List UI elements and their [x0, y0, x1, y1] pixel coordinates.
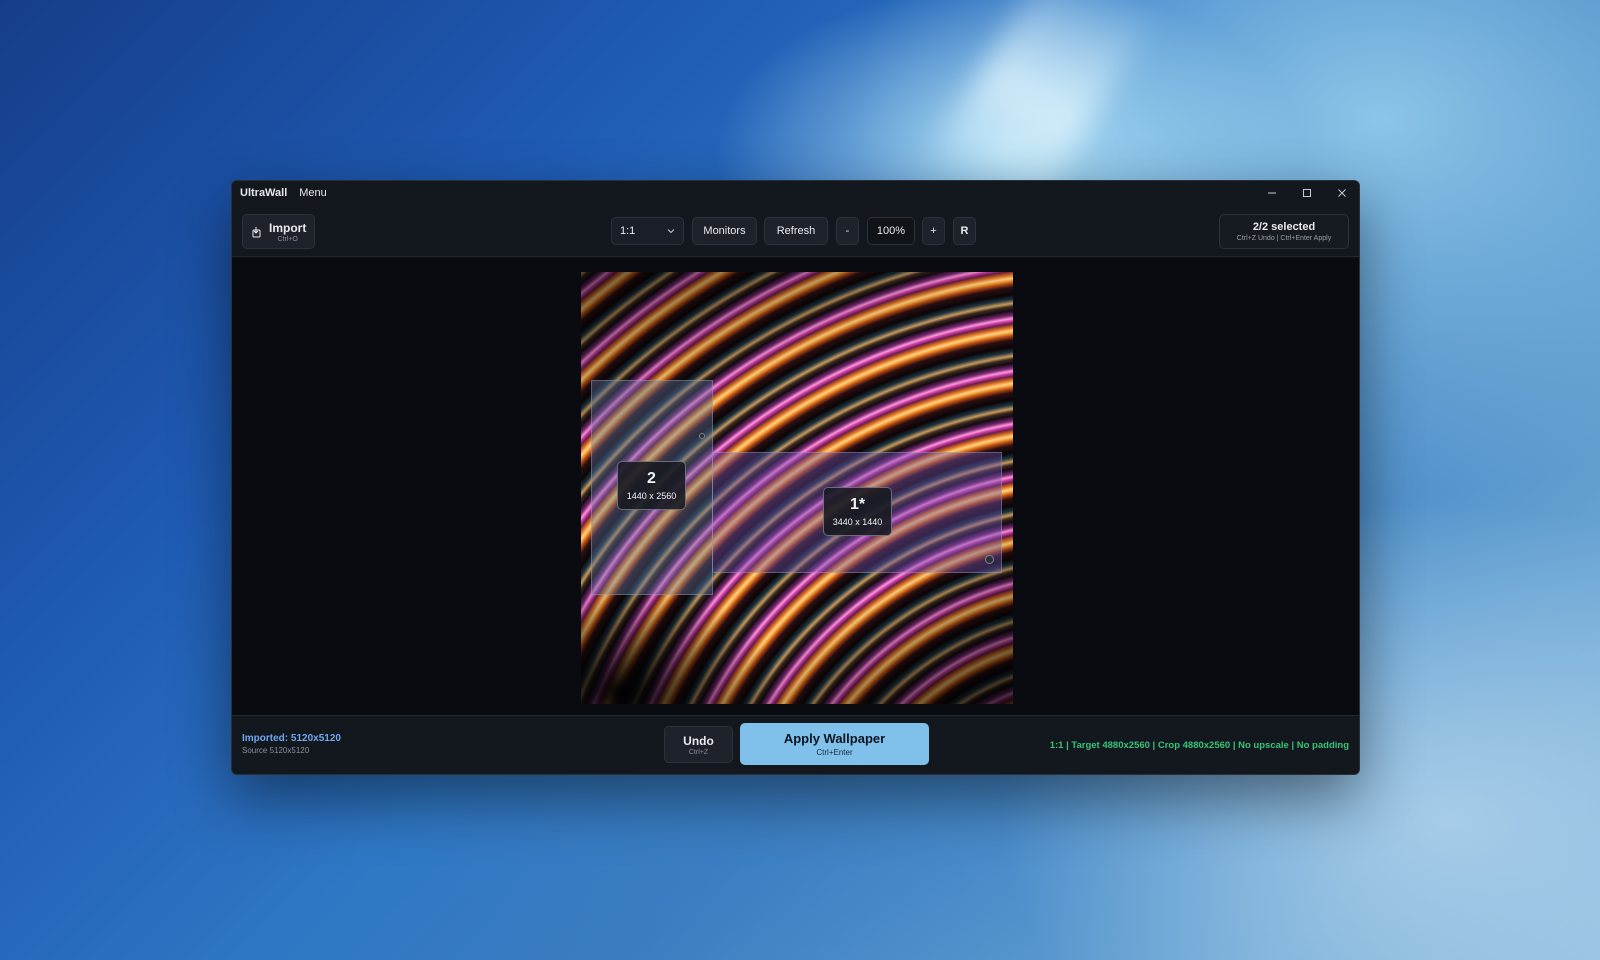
monitor-2-resolution: 1440 x 2560: [626, 491, 677, 501]
close-icon[interactable]: [1324, 181, 1359, 205]
import-shortcut: Ctrl+O: [277, 235, 298, 243]
app-name: UltraWall: [240, 187, 288, 199]
source-text: Source 5120x5120: [242, 746, 310, 755]
monitor-1-label: 1* 3440 x 1440: [823, 487, 892, 536]
app-window: UltraWall Menu Import Ctrl+O 1:1 Monitor…: [231, 180, 1360, 775]
wallpaper-preview[interactable]: 2 1440 x 2560 1* 3440 x 1440: [581, 272, 1013, 704]
canvas-area: 2 1440 x 2560 1* 3440 x 1440: [232, 258, 1359, 715]
zoom-in-button[interactable]: +: [922, 217, 945, 245]
import-label: Import: [269, 220, 307, 235]
zoom-out-button[interactable]: -: [836, 217, 859, 245]
selection-hint: Ctrl+Z Undo | Ctrl+Enter Apply: [1236, 235, 1332, 242]
title-bar: UltraWall Menu: [232, 181, 1359, 205]
minimize-icon[interactable]: [1254, 181, 1289, 205]
aspect-ratio-value: 1:1: [620, 225, 636, 237]
selection-status: 2/2 selected Ctrl+Z Undo | Ctrl+Enter Ap…: [1219, 214, 1349, 249]
import-icon: [252, 226, 261, 237]
selection-count: 2/2 selected: [1252, 221, 1316, 233]
import-button[interactable]: Import Ctrl+O: [242, 214, 315, 249]
monitor-1-resolution: 3440 x 1440: [832, 517, 883, 527]
menu-button[interactable]: Menu: [299, 187, 327, 199]
undo-shortcut: Ctrl+Z: [688, 748, 709, 756]
monitor-2-label: 2 1440 x 2560: [617, 461, 686, 510]
maximize-icon[interactable]: [1289, 181, 1324, 205]
zoom-level: 100%: [867, 217, 915, 245]
monitor-1-resize-handle[interactable]: [985, 555, 994, 564]
monitor-2-resize-handle[interactable]: [699, 433, 705, 439]
chevron-down-icon: [667, 229, 675, 234]
undo-label: Undo: [683, 733, 714, 748]
reset-button[interactable]: R: [953, 217, 976, 245]
monitor-2-number: 2: [647, 470, 656, 487]
imported-text: Imported: 5120x5120: [242, 733, 341, 744]
apply-wallpaper-shortcut: Ctrl+Enter: [816, 748, 853, 757]
apply-wallpaper-button[interactable]: Apply Wallpaper Ctrl+Enter: [740, 723, 929, 765]
toolbar: Import Ctrl+O 1:1 Monitors Refresh - 100…: [232, 205, 1359, 257]
aspect-ratio-select[interactable]: 1:1: [611, 217, 684, 245]
bottom-bar: Imported: 5120x5120 Source 5120x5120 Und…: [232, 715, 1359, 774]
refresh-button[interactable]: Refresh: [764, 217, 828, 245]
crop-status-text: 1:1 | Target 4880x2560 | Crop 4880x2560 …: [1049, 740, 1349, 751]
monitor-1-number: 1*: [849, 496, 866, 513]
undo-button[interactable]: Undo Ctrl+Z: [664, 726, 733, 763]
window-controls: [1254, 181, 1359, 205]
apply-wallpaper-label: Apply Wallpaper: [783, 731, 886, 746]
import-info: Imported: 5120x5120 Source 5120x5120: [242, 733, 341, 755]
monitors-button[interactable]: Monitors: [692, 217, 757, 245]
